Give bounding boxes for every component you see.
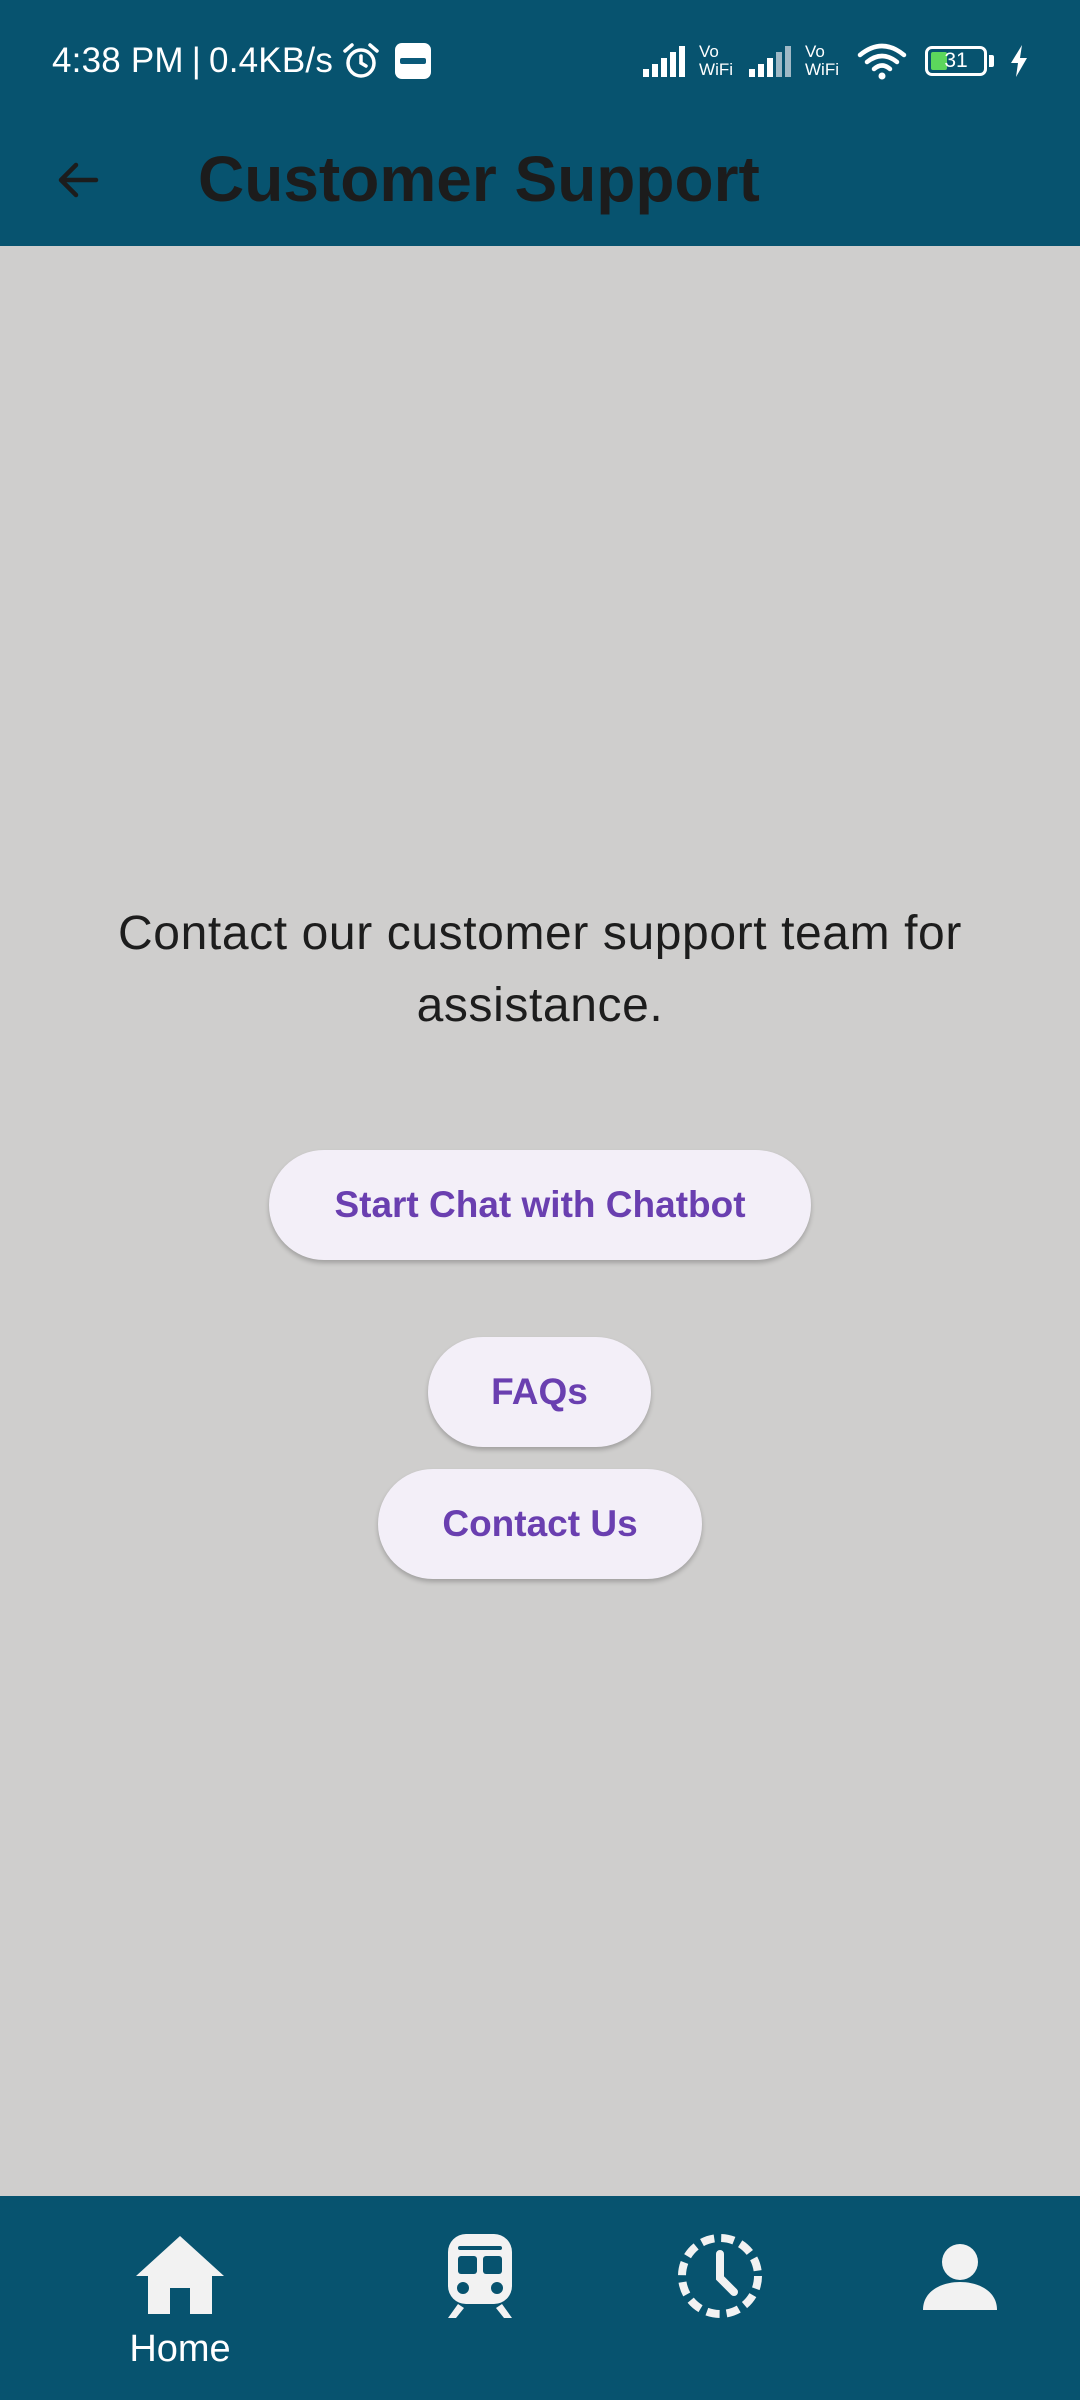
nav-label-home: Home [129, 2328, 231, 2370]
bottom-navigation: Home [0, 2196, 1080, 2400]
paytm-notification-icon [395, 43, 432, 79]
battery-icon: 31 [925, 46, 987, 76]
battery-tip [989, 55, 994, 67]
page-title: Customer Support [198, 143, 760, 215]
vowifi-bottom-label: WiFi [699, 60, 734, 79]
status-left: 4:38 PM | 0.4KB/s [52, 38, 432, 84]
nav-item-profile[interactable] [870, 2196, 1050, 2400]
vowifi-top-label: Vo [699, 42, 719, 61]
status-bar: 4:38 PM | 0.4KB/s Vo WiFi Vo WiFi 31 [0, 0, 1080, 122]
arrow-back-icon [58, 162, 99, 198]
battery-level: 31 [944, 49, 968, 72]
contact-us-button[interactable]: Contact Us [378, 1469, 702, 1579]
start-chat-button[interactable]: Start Chat with Chatbot [269, 1150, 811, 1260]
vowifi-top-label-2: Vo [805, 42, 825, 61]
wifi-icon [857, 43, 907, 80]
support-description: Contact our customer support team for as… [118, 907, 962, 1032]
nav-item-train[interactable] [390, 2196, 570, 2400]
home-icon [136, 2236, 224, 2314]
vowifi-bottom-label-2: WiFi [805, 60, 839, 79]
history-icon [678, 2234, 762, 2318]
vowifi-indicator-2: Vo WiFi [805, 43, 839, 79]
main-content: Contact our customer support team for as… [0, 246, 1080, 2196]
vowifi-indicator: Vo WiFi [699, 43, 733, 79]
charging-bolt-icon [1011, 45, 1027, 77]
nav-item-home[interactable]: Home [90, 2196, 270, 2400]
status-separator: | [191, 41, 202, 80]
back-button[interactable] [40, 142, 116, 218]
person-icon [923, 2244, 997, 2310]
signal-strength-icon-2 [749, 46, 792, 77]
train-icon [448, 2234, 512, 2318]
signal-strength-icon [643, 46, 686, 77]
status-right: Vo WiFi Vo WiFi 31 [641, 36, 1030, 86]
nav-item-history[interactable] [630, 2196, 810, 2400]
app-bar: Customer Support [0, 122, 1080, 246]
alarm-icon [343, 43, 379, 78]
faqs-button[interactable]: FAQs [428, 1337, 651, 1447]
network-speed: 0.4KB/s [209, 41, 334, 80]
status-time: 4:38 PM [52, 41, 184, 80]
header: 4:38 PM | 0.4KB/s Vo WiFi Vo WiFi 31 Cus… [0, 0, 1080, 246]
